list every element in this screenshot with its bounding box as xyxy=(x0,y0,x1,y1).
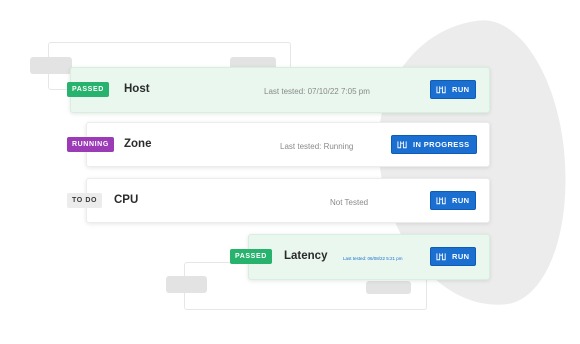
status-badge-running: RUNNING xyxy=(67,137,114,152)
run-button-latency[interactable]: RUN xyxy=(430,247,477,266)
last-tested-cpu: Not Tested xyxy=(330,198,369,207)
last-tested-latency: Last tested: 06/08/22 5:21 pm xyxy=(343,256,403,261)
in-progress-button-zone[interactable]: IN PROGRESS xyxy=(391,135,477,154)
test-tubes-icon xyxy=(397,140,407,148)
ghost-pill-top-left xyxy=(30,57,72,74)
ghost-pill-bottom-right xyxy=(366,281,411,294)
status-badge-passed: PASSED xyxy=(230,249,272,264)
test-tubes-icon xyxy=(436,252,446,260)
test-name-cpu: CPU xyxy=(114,194,139,206)
status-badge-todo: TO DO xyxy=(67,193,103,208)
run-button-label: RUN xyxy=(452,85,470,94)
in-progress-button-label: IN PROGRESS xyxy=(413,140,470,149)
run-button-label: RUN xyxy=(452,196,470,205)
last-tested-host: Last tested: 07/10/22 7:05 pm xyxy=(264,87,370,96)
test-tubes-icon xyxy=(436,196,446,204)
test-name-latency: Latency xyxy=(284,250,328,262)
test-tubes-icon xyxy=(436,85,446,93)
run-button-host[interactable]: RUN xyxy=(430,80,477,99)
run-button-label: RUN xyxy=(452,252,470,261)
last-tested-zone: Last tested: Running xyxy=(280,142,354,151)
run-button-cpu[interactable]: RUN xyxy=(430,191,477,210)
test-name-zone: Zone xyxy=(124,138,152,150)
ghost-pill-bottom-left xyxy=(166,276,207,293)
test-name-host: Host xyxy=(124,83,150,95)
status-badge-passed: PASSED xyxy=(67,82,109,97)
